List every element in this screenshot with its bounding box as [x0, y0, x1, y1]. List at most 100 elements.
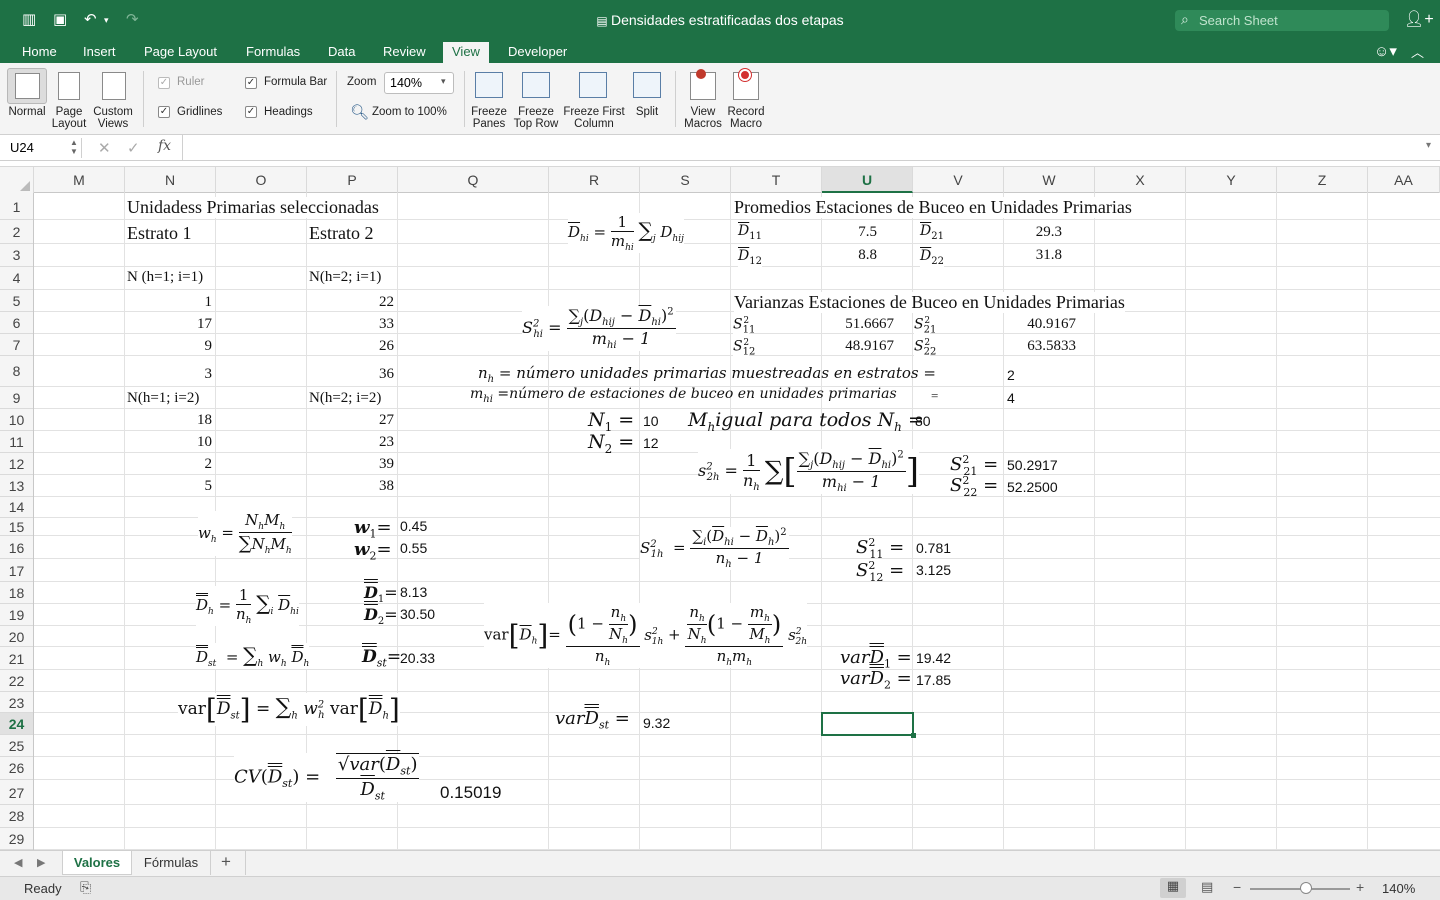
row-header[interactable]: 21 — [0, 647, 33, 670]
row-header[interactable]: 16 — [0, 536, 33, 559]
column-header-p[interactable]: P — [307, 167, 398, 193]
collapse-ribbon-icon[interactable]: ︿ — [1411, 42, 1424, 61]
row-header[interactable]: 5 — [0, 290, 33, 312]
column-header-t[interactable]: T — [731, 167, 822, 193]
confirm-icon[interactable]: ✓ — [127, 139, 140, 157]
column-header-o[interactable]: O — [216, 167, 307, 193]
cell-p19[interactable]: 30.50 — [400, 606, 435, 622]
zoom-select[interactable]: 140% ▾ — [384, 72, 454, 94]
row-header[interactable]: 18 — [0, 582, 33, 604]
cell-n2[interactable]: Estrato 1 — [127, 223, 192, 244]
cell-u16[interactable]: 0.781 — [916, 540, 951, 556]
sheet-tab-formulas[interactable]: Fórmulas — [138, 851, 204, 875]
cell-u10[interactable]: 80 — [915, 413, 931, 429]
cell-s10[interactable]: 10 — [643, 413, 659, 429]
tab-insert[interactable]: Insert — [83, 44, 116, 59]
expand-formula-bar-icon[interactable]: ▾ — [1426, 140, 1431, 151]
cell-n7[interactable]: 9 — [125, 338, 213, 355]
search-sheet-input[interactable]: ⌕ Search Sheet — [1175, 10, 1389, 31]
row-header-selected[interactable]: 24 — [0, 713, 33, 735]
freeze-top-row-icon[interactable] — [522, 72, 550, 98]
column-header-y[interactable]: Y — [1186, 167, 1277, 193]
record-macro-button[interactable]: Record Macro — [724, 106, 768, 130]
freeze-first-column-icon[interactable] — [579, 72, 607, 98]
cell-n5[interactable]: 1 — [125, 294, 213, 311]
tab-formulas[interactable]: Formulas — [246, 44, 300, 59]
column-header-n[interactable]: N — [125, 167, 216, 193]
headings-checkbox[interactable]: ✓ — [245, 106, 257, 118]
row-header[interactable]: 4 — [0, 267, 33, 290]
tab-home[interactable]: Home — [22, 44, 57, 59]
row-header[interactable]: 26 — [0, 757, 33, 780]
smiley-feedback-icon[interactable]: ☺︎▾ — [1374, 42, 1397, 60]
cell-u2[interactable]: 7.5 — [822, 224, 877, 241]
cell-n4[interactable]: N (h=1; i=1) — [127, 269, 203, 286]
cell-u7[interactable]: 48.9167 — [820, 338, 894, 355]
cell-w7[interactable]: 63.5833 — [1004, 338, 1076, 355]
cell-u6[interactable]: 51.6667 — [820, 316, 894, 333]
row-header[interactable]: 9 — [0, 387, 33, 409]
cell-p5[interactable]: 22 — [307, 294, 394, 311]
tab-view[interactable]: View — [443, 42, 489, 63]
view-macros-button[interactable]: View Macros — [681, 106, 725, 130]
row-header[interactable]: 22 — [0, 670, 33, 692]
ruler-checkbox[interactable]: ✓ — [158, 77, 170, 89]
cell-p10[interactable]: 27 — [307, 412, 394, 429]
cell-u17[interactable]: 3.125 — [916, 562, 951, 578]
formula-input[interactable] — [182, 135, 1422, 160]
tab-data[interactable]: Data — [328, 44, 355, 59]
column-header-m[interactable]: M — [34, 167, 125, 193]
row-header[interactable]: 1 — [0, 193, 33, 220]
column-header-z[interactable]: Z — [1277, 167, 1368, 193]
select-all-corner[interactable] — [0, 167, 34, 193]
cell-u21[interactable]: 19.42 — [916, 650, 951, 666]
cell-u3[interactable]: 8.8 — [822, 247, 877, 264]
cell-p15[interactable]: 0.45 — [400, 518, 427, 534]
cell-t1[interactable]: Promedios Estaciones de Buceo en Unidade… — [734, 197, 1132, 218]
cell-w9[interactable]: 4 — [1007, 390, 1015, 406]
row-header[interactable]: 13 — [0, 475, 33, 497]
cell-p21[interactable]: 20.33 — [400, 650, 435, 666]
scroll-right-icon[interactable]: ▶ — [37, 856, 45, 869]
cell-p9[interactable]: N(h=2; i=2) — [309, 390, 381, 407]
cell-n12[interactable]: 2 — [125, 456, 213, 473]
cell-p18[interactable]: 8.13 — [400, 584, 427, 600]
row-header[interactable]: 27 — [0, 780, 33, 805]
page-layout-status-icon[interactable]: ▤ — [1201, 879, 1213, 895]
row-header[interactable]: 19 — [0, 604, 33, 626]
fill-handle[interactable] — [911, 733, 916, 738]
row-header[interactable]: 17 — [0, 559, 33, 582]
zoom-out-icon[interactable]: − — [1233, 879, 1241, 895]
cancel-icon[interactable]: ✕ — [98, 139, 111, 157]
zoom-to-100-button[interactable]: Zoom to 100% — [372, 106, 447, 118]
share-person-icon[interactable]: 👤︎+ — [1404, 9, 1434, 29]
normal-view-status-icon[interactable]: ▦ — [1160, 878, 1186, 898]
row-header[interactable]: 15 — [0, 518, 33, 536]
zoom-in-icon[interactable]: + — [1356, 879, 1364, 895]
cell-p7[interactable]: 26 — [307, 338, 394, 355]
cell-n8[interactable]: 3 — [125, 366, 213, 383]
cell-w2[interactable]: 29.3 — [1004, 224, 1062, 241]
cell-cv-value[interactable]: 0.15019 — [440, 783, 501, 803]
row-header[interactable]: 28 — [0, 805, 33, 828]
tab-developer[interactable]: Developer — [508, 44, 567, 59]
custom-views-button[interactable]: Custom Views — [91, 106, 135, 130]
cell-p13[interactable]: 38 — [307, 478, 394, 495]
cell-n11[interactable]: 10 — [125, 434, 212, 451]
insert-function-button[interactable]: fx — [158, 138, 171, 154]
cell-u22[interactable]: 17.85 — [916, 672, 951, 688]
row-header[interactable]: 11 — [0, 431, 33, 453]
sheet-tab-valores[interactable]: Valores — [62, 851, 132, 875]
tab-review[interactable]: Review — [383, 44, 426, 59]
freeze-panes-button[interactable]: Freeze Panes — [467, 106, 511, 130]
row-header[interactable]: 2 — [0, 220, 33, 244]
name-box-stepper-icon[interactable]: ▲ ▼ — [70, 138, 78, 156]
column-header-r[interactable]: R — [549, 167, 640, 193]
row-header[interactable]: 3 — [0, 244, 33, 267]
cell-w6[interactable]: 40.9167 — [1004, 316, 1076, 333]
row-header[interactable]: 14 — [0, 497, 33, 518]
tab-page-layout[interactable]: Page Layout — [144, 44, 217, 59]
freeze-top-row-button[interactable]: Freeze Top Row — [510, 106, 562, 130]
row-header[interactable]: 29 — [0, 828, 33, 850]
cell-p11[interactable]: 23 — [307, 434, 394, 451]
